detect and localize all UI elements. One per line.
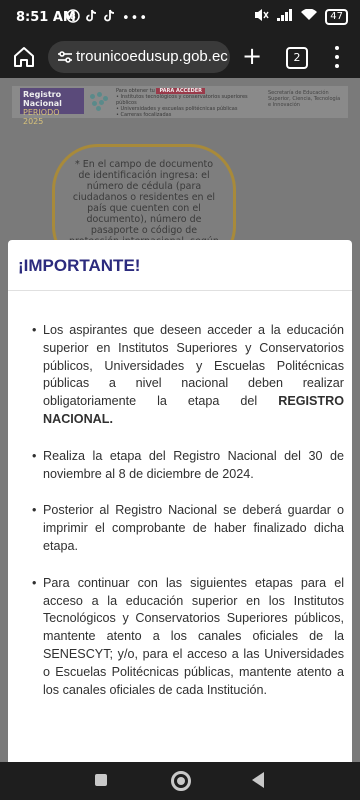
list-item: Para continuar con las siguientes etapas…: [18, 575, 344, 700]
tab-switcher-button[interactable]: 2: [286, 47, 308, 69]
modal-title: ¡IMPORTANTE!: [18, 256, 141, 275]
list-item: Posterior al Registro Nacional se deberá…: [18, 502, 344, 555]
list-item: Realiza la etapa del Registro Nacional d…: [18, 448, 344, 484]
wifi-icon: [301, 8, 318, 25]
menu-icon[interactable]: [334, 46, 340, 68]
recents-button[interactable]: [95, 774, 107, 786]
status-bar: 8:51 AM B ••• 47: [0, 0, 360, 36]
new-tab-button[interactable]: +: [242, 44, 262, 68]
modal-body: Los aspirantes que deseen acceder a la e…: [18, 322, 344, 718]
header-banner: Registro Nacional PERIODO 2025 Para obte…: [12, 86, 348, 126]
senescyt-label: Secretaría de Educación Superior, Cienci…: [268, 90, 341, 108]
registro-nacional-logo: Registro Nacional PERIODO 2025: [20, 88, 84, 126]
list-item: Los aspirantes que deseen acceder a la e…: [18, 322, 344, 429]
tiktok-icon: [104, 9, 116, 27]
home-icon[interactable]: [12, 45, 36, 69]
browser-toolbar: trounicoedusup.gob.ec + 2: [0, 36, 360, 78]
signal-icon: [277, 9, 293, 25]
back-button[interactable]: [252, 772, 264, 788]
url-text[interactable]: trounicoedusup.gob.ec: [76, 48, 228, 65]
logo-dots-icon: [88, 92, 110, 112]
home-button[interactable]: [171, 771, 191, 791]
important-modal: ¡IMPORTANTE! Los aspirantes que deseen a…: [8, 240, 352, 762]
tiktok-icon: [86, 9, 98, 27]
web-page: Registro Nacional PERIODO 2025 Para obte…: [0, 78, 360, 762]
modal-header: ¡IMPORTANTE!: [8, 240, 352, 291]
svg-text:B: B: [70, 12, 76, 21]
banner-info: Para obtener tu PARA ACCEDER • Instituto…: [116, 88, 248, 118]
battery-icon: 47: [325, 9, 348, 25]
notification-icon: B: [66, 9, 80, 27]
system-nav-bar: [0, 762, 360, 800]
more-notifications-icon: •••: [122, 10, 149, 26]
address-bar[interactable]: trounicoedusup.gob.ec: [48, 41, 230, 73]
mute-icon: [253, 8, 269, 26]
site-settings-icon[interactable]: [56, 48, 74, 66]
